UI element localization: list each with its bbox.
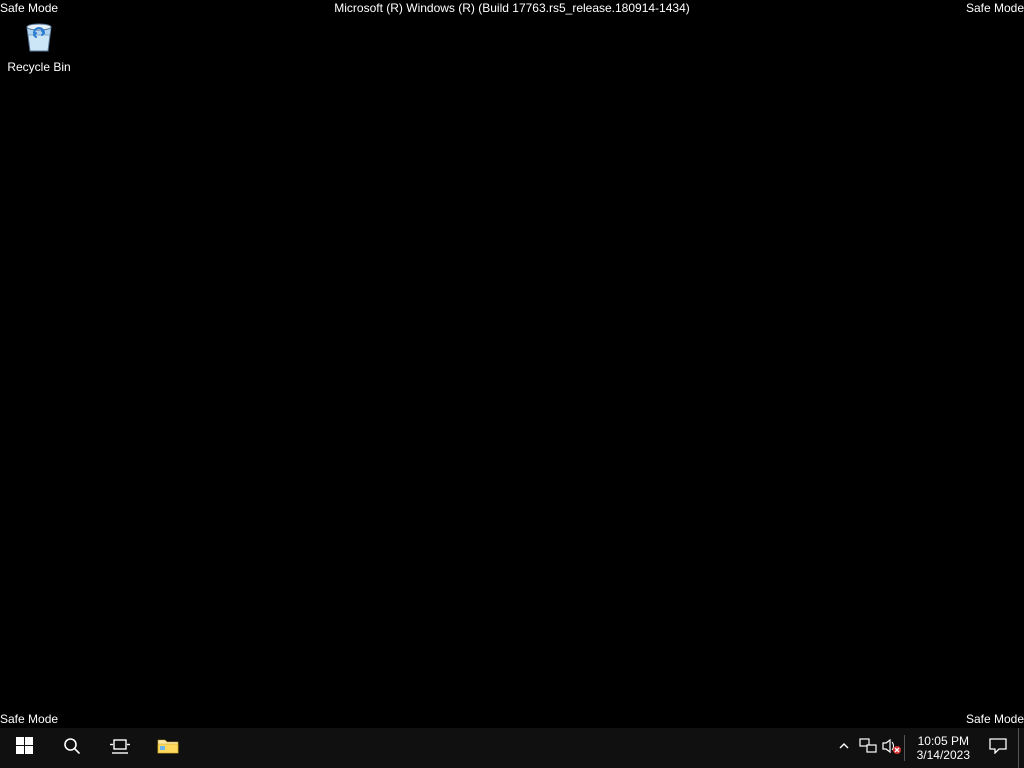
network-icon (859, 738, 877, 759)
taskbar: 10:05 PM 3/14/2023 (0, 728, 1024, 768)
clock-date: 3/14/2023 (917, 748, 970, 762)
clock-time: 10:05 PM (918, 734, 969, 748)
windows-logo-icon (16, 737, 33, 759)
file-explorer-icon (157, 737, 179, 760)
search-button[interactable] (48, 728, 96, 768)
build-info-label: Microsoft (R) Windows (R) (Build 17763.r… (334, 1, 690, 15)
task-view-button[interactable] (96, 728, 144, 768)
file-explorer-button[interactable] (144, 728, 192, 768)
taskbar-clock[interactable]: 10:05 PM 3/14/2023 (909, 728, 978, 768)
search-icon (63, 737, 81, 760)
safemode-label-top-right: Safe Mode (966, 1, 1024, 15)
task-view-icon (110, 738, 130, 759)
chevron-up-icon (838, 739, 850, 757)
start-button[interactable] (0, 728, 48, 768)
notification-icon (989, 738, 1007, 759)
tray-divider (904, 735, 905, 761)
action-center-button[interactable] (978, 728, 1018, 768)
taskbar-right: 10:05 PM 3/14/2023 (832, 728, 1024, 768)
desktop-icon-recycle-bin[interactable]: Recycle Bin (2, 2, 76, 74)
recycle-bin-label: Recycle Bin (7, 60, 70, 74)
tray-network-button[interactable] (856, 728, 880, 768)
show-desktop-button[interactable] (1018, 728, 1024, 768)
volume-muted-icon (882, 738, 902, 759)
recycle-bin-icon (19, 16, 59, 56)
tray-volume-button[interactable] (880, 728, 904, 768)
taskbar-left (0, 728, 192, 768)
safemode-label-bottom-right: Safe Mode (966, 712, 1024, 726)
safemode-label-bottom-left: Safe Mode (0, 712, 58, 726)
tray-overflow-button[interactable] (832, 728, 856, 768)
